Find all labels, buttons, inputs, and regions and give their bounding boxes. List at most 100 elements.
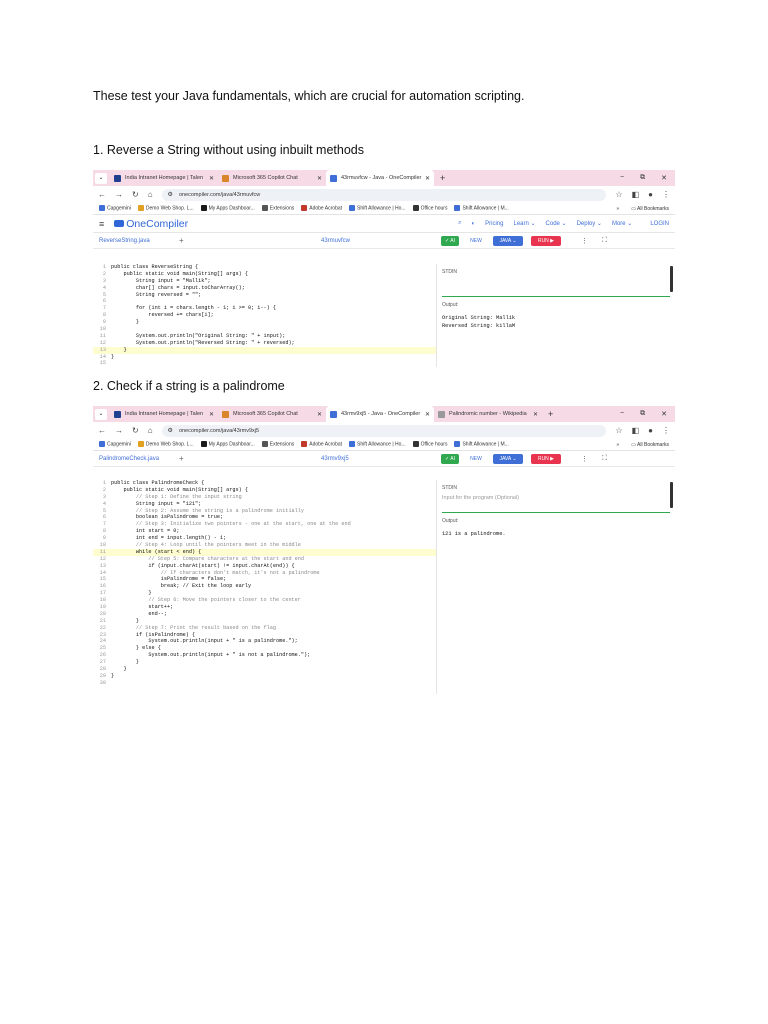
- more-options-icon[interactable]: ⋮: [581, 455, 588, 463]
- browser-tab[interactable]: India Intranet Homepage | Talen ✕: [110, 406, 218, 422]
- bookmark-item[interactable]: Capgemini: [99, 441, 131, 448]
- restore-icon[interactable]: ⧉: [640, 410, 645, 418]
- more-bookmarks-icon[interactable]: »: [616, 442, 619, 448]
- url-field[interactable]: ⚙ onecompiler.com/java/43rmuvfcw: [161, 188, 607, 201]
- bookmark-item[interactable]: My Apps Dashboar...: [200, 205, 255, 212]
- restore-icon[interactable]: ⧉: [640, 174, 645, 182]
- bookmark-item[interactable]: Office hours: [412, 441, 447, 448]
- profile-icon[interactable]: ●: [648, 426, 653, 435]
- fullscreen-icon[interactable]: ⛶: [602, 455, 607, 463]
- login-button[interactable]: LOGIN: [650, 221, 669, 227]
- browser-tab[interactable]: Microsoft 365 Copilot Chat ✕: [218, 170, 326, 186]
- home-icon[interactable]: ⌂: [148, 426, 153, 435]
- bookmark-item[interactable]: My Apps Dashboar...: [200, 441, 255, 448]
- bookmark-item[interactable]: Shift Allowance | M...: [454, 205, 509, 212]
- hamburger-menu-icon[interactable]: ≡: [99, 219, 104, 229]
- add-file-icon[interactable]: +: [179, 454, 209, 463]
- close-tab-icon[interactable]: ✕: [317, 411, 322, 418]
- minimize-icon[interactable]: −: [620, 410, 624, 418]
- scrollbar[interactable]: [670, 266, 673, 292]
- theme-toggle-icon[interactable]: ◐: [472, 221, 476, 227]
- reload-icon[interactable]: ↻: [132, 426, 139, 435]
- bookmark-item[interactable]: Shift Allowance | M...: [454, 441, 509, 448]
- tab-search-icon[interactable]: ⌄: [95, 172, 107, 184]
- back-icon[interactable]: ←: [98, 426, 106, 435]
- tab-search-icon[interactable]: ⌄: [95, 408, 107, 420]
- url-field[interactable]: ⚙ onecompiler.com/java/43rmv9xj5: [161, 424, 607, 437]
- bookmark-item[interactable]: Extensions: [261, 441, 294, 448]
- browser-tab[interactable]: Microsoft 365 Copilot Chat ✕: [218, 406, 326, 422]
- more-bookmarks-icon[interactable]: »: [616, 206, 619, 212]
- new-button[interactable]: NEW: [467, 236, 485, 246]
- more-icon[interactable]: ⋮: [662, 426, 670, 435]
- reload-icon[interactable]: ↻: [132, 190, 139, 199]
- close-tab-icon[interactable]: ✕: [425, 175, 430, 182]
- stdin-input[interactable]: Input for the program (Optional): [442, 491, 670, 513]
- scrollbar[interactable]: [670, 482, 673, 508]
- close-window-icon[interactable]: ✕: [661, 174, 667, 182]
- extensions-icon[interactable]: ◧: [632, 190, 640, 199]
- ai-button[interactable]: ✓ AI: [441, 235, 459, 246]
- close-tab-icon[interactable]: ✕: [533, 411, 538, 418]
- star-icon[interactable]: ☆: [615, 190, 622, 199]
- minimize-icon[interactable]: −: [620, 174, 624, 182]
- bookmark-item[interactable]: Office hours: [412, 205, 447, 212]
- bookmark-item[interactable]: Capgemini: [99, 205, 131, 212]
- new-button[interactable]: NEW: [467, 454, 485, 464]
- bookmark-item[interactable]: Shift Allowance | Ho...: [349, 205, 406, 212]
- forward-icon[interactable]: →: [115, 426, 123, 435]
- fullscreen-icon[interactable]: ⛶: [602, 237, 607, 245]
- more-icon[interactable]: ⋮: [662, 190, 670, 199]
- code-id[interactable]: 43rmv9xj5: [321, 456, 441, 462]
- close-tab-icon[interactable]: ✕: [209, 175, 214, 182]
- site-info-icon[interactable]: ⚙: [168, 191, 173, 198]
- onecompiler-logo[interactable]: OneCompiler: [114, 218, 188, 230]
- run-button[interactable]: RUN ▶: [531, 453, 561, 464]
- code-editor[interactable]: 1 public class PalindromeCheck {2 public …: [93, 480, 437, 694]
- close-window-icon[interactable]: ✕: [661, 410, 667, 418]
- close-tab-icon[interactable]: ✕: [317, 175, 322, 182]
- home-icon[interactable]: ⌂: [148, 190, 153, 199]
- close-tab-icon[interactable]: ✕: [209, 411, 214, 418]
- browser-tab[interactable]: 43rmuvfcw - Java - OneCompiler ✕: [326, 170, 434, 186]
- more-options-icon[interactable]: ⋮: [581, 237, 588, 245]
- nav-learn[interactable]: Learn ⌄: [513, 220, 535, 227]
- new-tab-icon[interactable]: +: [434, 173, 451, 183]
- nav-deploy[interactable]: Deploy ⌄: [577, 220, 602, 227]
- extensions-icon[interactable]: ◧: [632, 426, 640, 435]
- forward-icon[interactable]: →: [115, 190, 123, 199]
- browser-tab[interactable]: Palindromic number - Wikipedia ✕: [434, 406, 542, 422]
- profile-icon[interactable]: ●: [648, 190, 653, 199]
- site-info-icon[interactable]: ⚙: [168, 427, 173, 434]
- file-tab[interactable]: PalindromeCheck.java: [99, 456, 179, 462]
- address-bar-row: ← → ↻ ⌂ ⚙ onecompiler.com/java/43rmuvfcw …: [93, 186, 675, 203]
- run-button[interactable]: RUN ▶: [531, 235, 561, 246]
- code-editor[interactable]: 1 public class ReverseString {2 public st…: [93, 264, 437, 367]
- star-icon[interactable]: ☆: [615, 426, 622, 435]
- all-bookmarks[interactable]: ▭ All Bookmarks: [631, 206, 669, 212]
- nav-pricing[interactable]: Pricing: [485, 221, 503, 227]
- bookmark-item[interactable]: Demo Web Shop. L...: [137, 205, 194, 212]
- nav-more[interactable]: More ⌄: [612, 220, 632, 227]
- bookmark-item[interactable]: Extensions: [261, 205, 294, 212]
- file-tab[interactable]: ReverseString.java: [99, 238, 179, 244]
- bookmark-item[interactable]: Shift Allowance | Ho...: [349, 441, 406, 448]
- new-tab-icon[interactable]: +: [542, 409, 559, 419]
- add-file-icon[interactable]: +: [179, 236, 209, 245]
- all-bookmarks[interactable]: ▭ All Bookmarks: [631, 442, 669, 448]
- close-tab-icon[interactable]: ✕: [425, 411, 430, 418]
- ai-button[interactable]: ✓ AI: [441, 453, 459, 464]
- nav-code[interactable]: Code ⌄: [546, 220, 567, 227]
- back-icon[interactable]: ←: [98, 190, 106, 199]
- code-id[interactable]: 43rmuvfcw: [321, 238, 441, 244]
- search-icon[interactable]: ⌕: [458, 220, 461, 227]
- browser-tab[interactable]: India Intranet Homepage | Talen ✕: [110, 170, 218, 186]
- browser-tab[interactable]: 43rmv9xj5 - Java - OneCompiler ✕: [326, 406, 434, 422]
- bookmark-item[interactable]: Adobe Acrobat: [301, 205, 342, 212]
- stdin-input[interactable]: [442, 275, 670, 297]
- language-select[interactable]: JAVA ⌄: [493, 235, 523, 246]
- bookmark-item[interactable]: Adobe Acrobat: [301, 441, 342, 448]
- line-number: 10: [99, 326, 106, 333]
- language-select[interactable]: JAVA ⌄: [493, 453, 523, 464]
- bookmark-item[interactable]: Demo Web Shop. L...: [137, 441, 194, 448]
